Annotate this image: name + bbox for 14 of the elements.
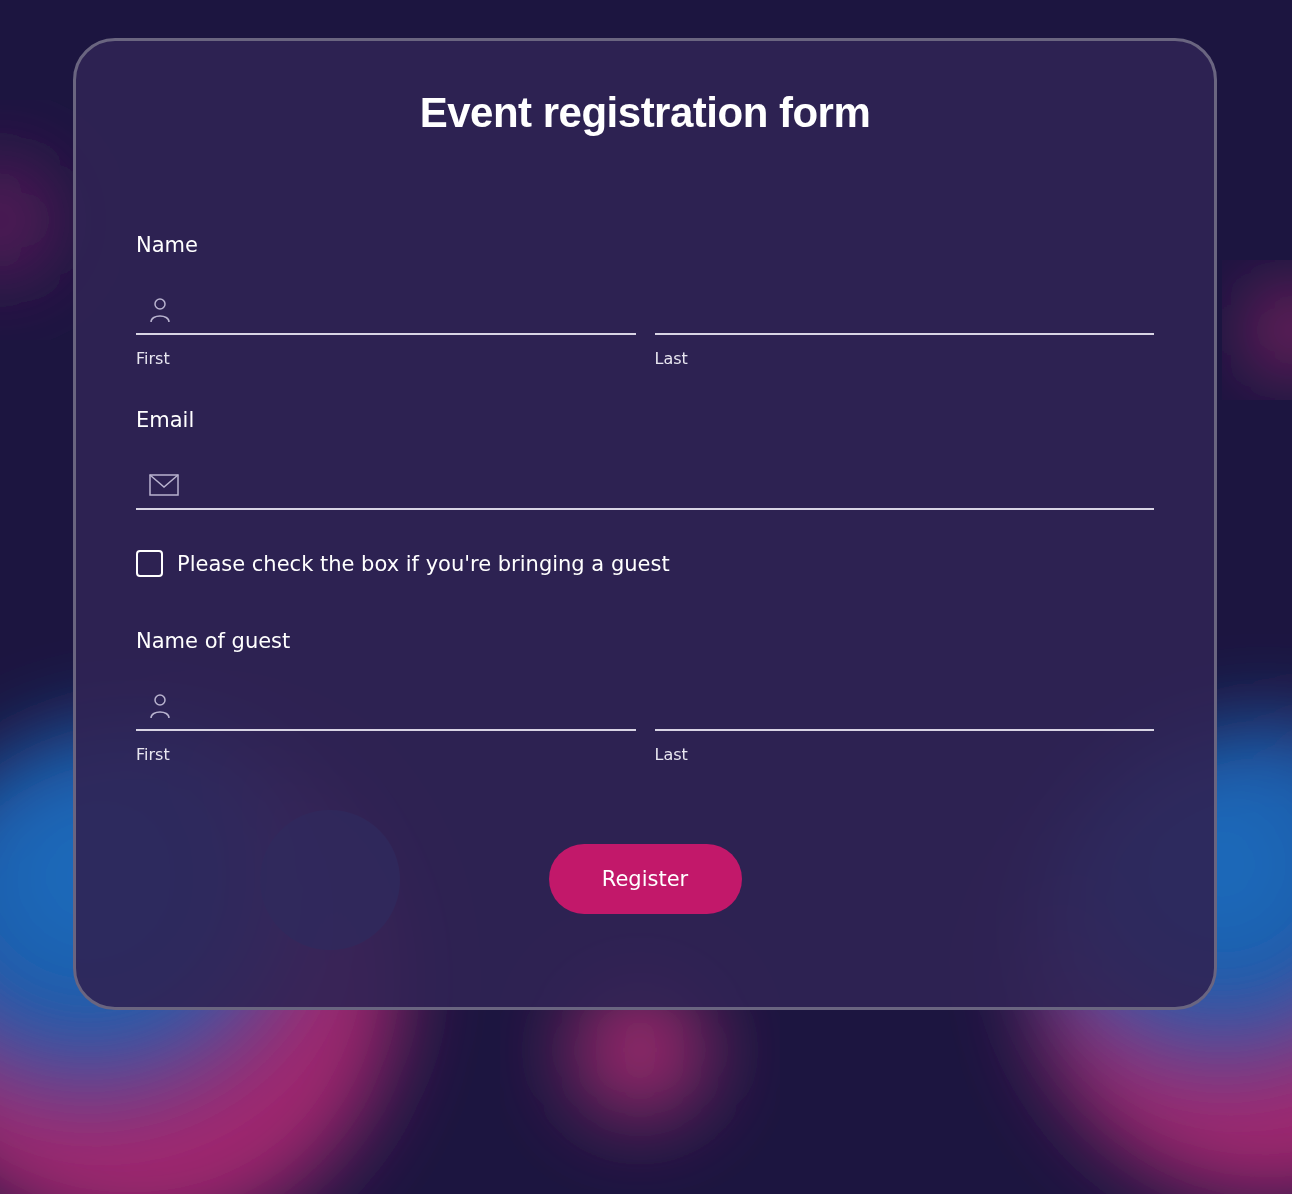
field-sublabel: Last — [654, 349, 689, 368]
register-button[interactable]: Register — [548, 844, 742, 914]
checkbox[interactable] — [136, 550, 163, 577]
field-sublabel: First — [136, 349, 171, 368]
form-title: Event registration form — [418, 89, 872, 137]
field-label: Email — [136, 408, 196, 432]
field-sublabel: First — [136, 745, 171, 764]
person-icon — [149, 297, 171, 323]
field-label: Name — [136, 233, 199, 257]
checkbox-label: Please check the box if you're bringing a guest — [177, 551, 670, 576]
field-sublabel: Last — [654, 745, 689, 764]
field-label: Name of guest — [136, 629, 292, 653]
mail-icon — [149, 474, 179, 496]
person-icon — [149, 693, 171, 719]
